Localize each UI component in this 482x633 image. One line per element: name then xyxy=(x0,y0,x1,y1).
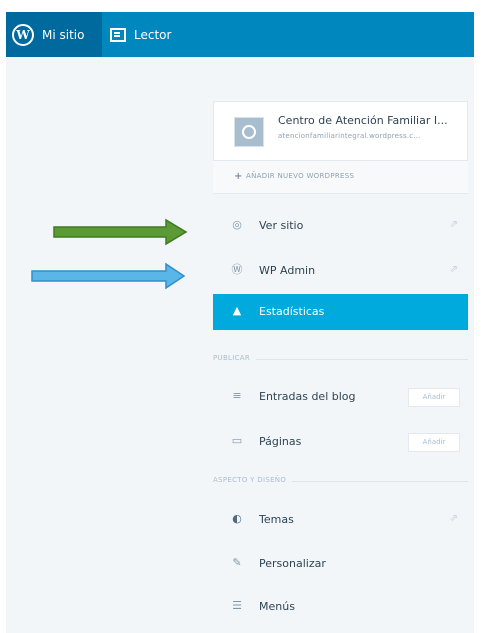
themes-icon: ◐ xyxy=(232,512,242,525)
plus-icon: + xyxy=(234,171,243,182)
reader-label: Lector xyxy=(134,27,172,42)
nav-themes-label: Temas xyxy=(259,513,294,526)
reader-icon xyxy=(110,27,126,42)
nav-stats[interactable]: ▲ Estadísticas xyxy=(213,294,468,330)
app-window: W Mi sitio Lector Centro de Atención Fam… xyxy=(6,12,474,633)
section-appearance: ASPECTO Y DISEÑO xyxy=(213,474,468,488)
add-post-button[interactable]: Añadir xyxy=(408,388,460,407)
add-new-site-button[interactable]: + AÑADIR NUEVO WORDPRESS xyxy=(213,161,468,194)
nav-pages-label: Páginas xyxy=(259,435,302,448)
my-site-tab[interactable]: W Mi sitio xyxy=(6,12,102,57)
nav-posts-label: Entradas del blog xyxy=(259,390,356,403)
reader-tab[interactable]: Lector xyxy=(110,12,171,57)
nav-view-site[interactable]: ◎ Ver sitio ⇗ xyxy=(213,210,468,242)
nav-wp-admin-label: WP Admin xyxy=(259,264,316,277)
brush-icon: ✎ xyxy=(232,556,242,569)
add-new-site-label: AÑADIR NUEVO WORDPRESS xyxy=(246,172,355,180)
site-icon xyxy=(234,117,264,147)
my-site-label: Mi sitio xyxy=(42,27,85,42)
menus-icon: ☰ xyxy=(232,599,242,612)
nav-menus-label: Menús xyxy=(259,600,295,613)
nav-wp-admin[interactable]: Ⓦ WP Admin ⇗ xyxy=(213,255,468,287)
posts-icon: ≡ xyxy=(232,389,242,402)
nav-menus[interactable]: ☰ Menús xyxy=(213,591,468,623)
add-page-button[interactable]: Añadir xyxy=(408,433,460,452)
wordpress-logo-icon: W xyxy=(12,23,34,46)
section-publish-header: PUBLICAR xyxy=(213,354,257,362)
external-link-icon: ⇗ xyxy=(449,264,458,275)
nav-view-site-label: Ver sitio xyxy=(259,219,304,232)
nav-customize-label: Personalizar xyxy=(259,557,326,570)
blue-arrow-icon xyxy=(31,262,186,290)
external-link-icon: ⇗ xyxy=(449,513,458,524)
section-publish: PUBLICAR xyxy=(213,352,468,366)
site-url: atencionfamiliarintegral.wordpress.c... xyxy=(278,132,421,140)
nav-themes[interactable]: ◐ Temas ⇗ xyxy=(213,504,468,536)
green-arrow-icon xyxy=(53,218,188,246)
masterbar: W Mi sitio Lector xyxy=(6,12,474,57)
site-title: Centro de Atención Familiar I... xyxy=(278,114,448,127)
external-link-icon: ⇗ xyxy=(449,219,458,230)
wordpress-icon: Ⓦ xyxy=(231,263,243,276)
current-site-card[interactable]: Centro de Atención Familiar I... atencio… xyxy=(213,101,468,161)
nav-customize[interactable]: ✎ Personalizar xyxy=(213,548,468,580)
pages-icon: ▭ xyxy=(231,434,243,447)
nav-posts[interactable]: ≡ Entradas del blog Añadir xyxy=(213,381,468,413)
nav-stats-label: Estadísticas xyxy=(259,305,325,318)
section-appearance-header: ASPECTO Y DISEÑO xyxy=(213,476,293,484)
stats-icon: ▲ xyxy=(232,304,242,317)
nav-pages[interactable]: ▭ Páginas Añadir xyxy=(213,426,468,458)
globe-icon: ◎ xyxy=(232,218,242,231)
